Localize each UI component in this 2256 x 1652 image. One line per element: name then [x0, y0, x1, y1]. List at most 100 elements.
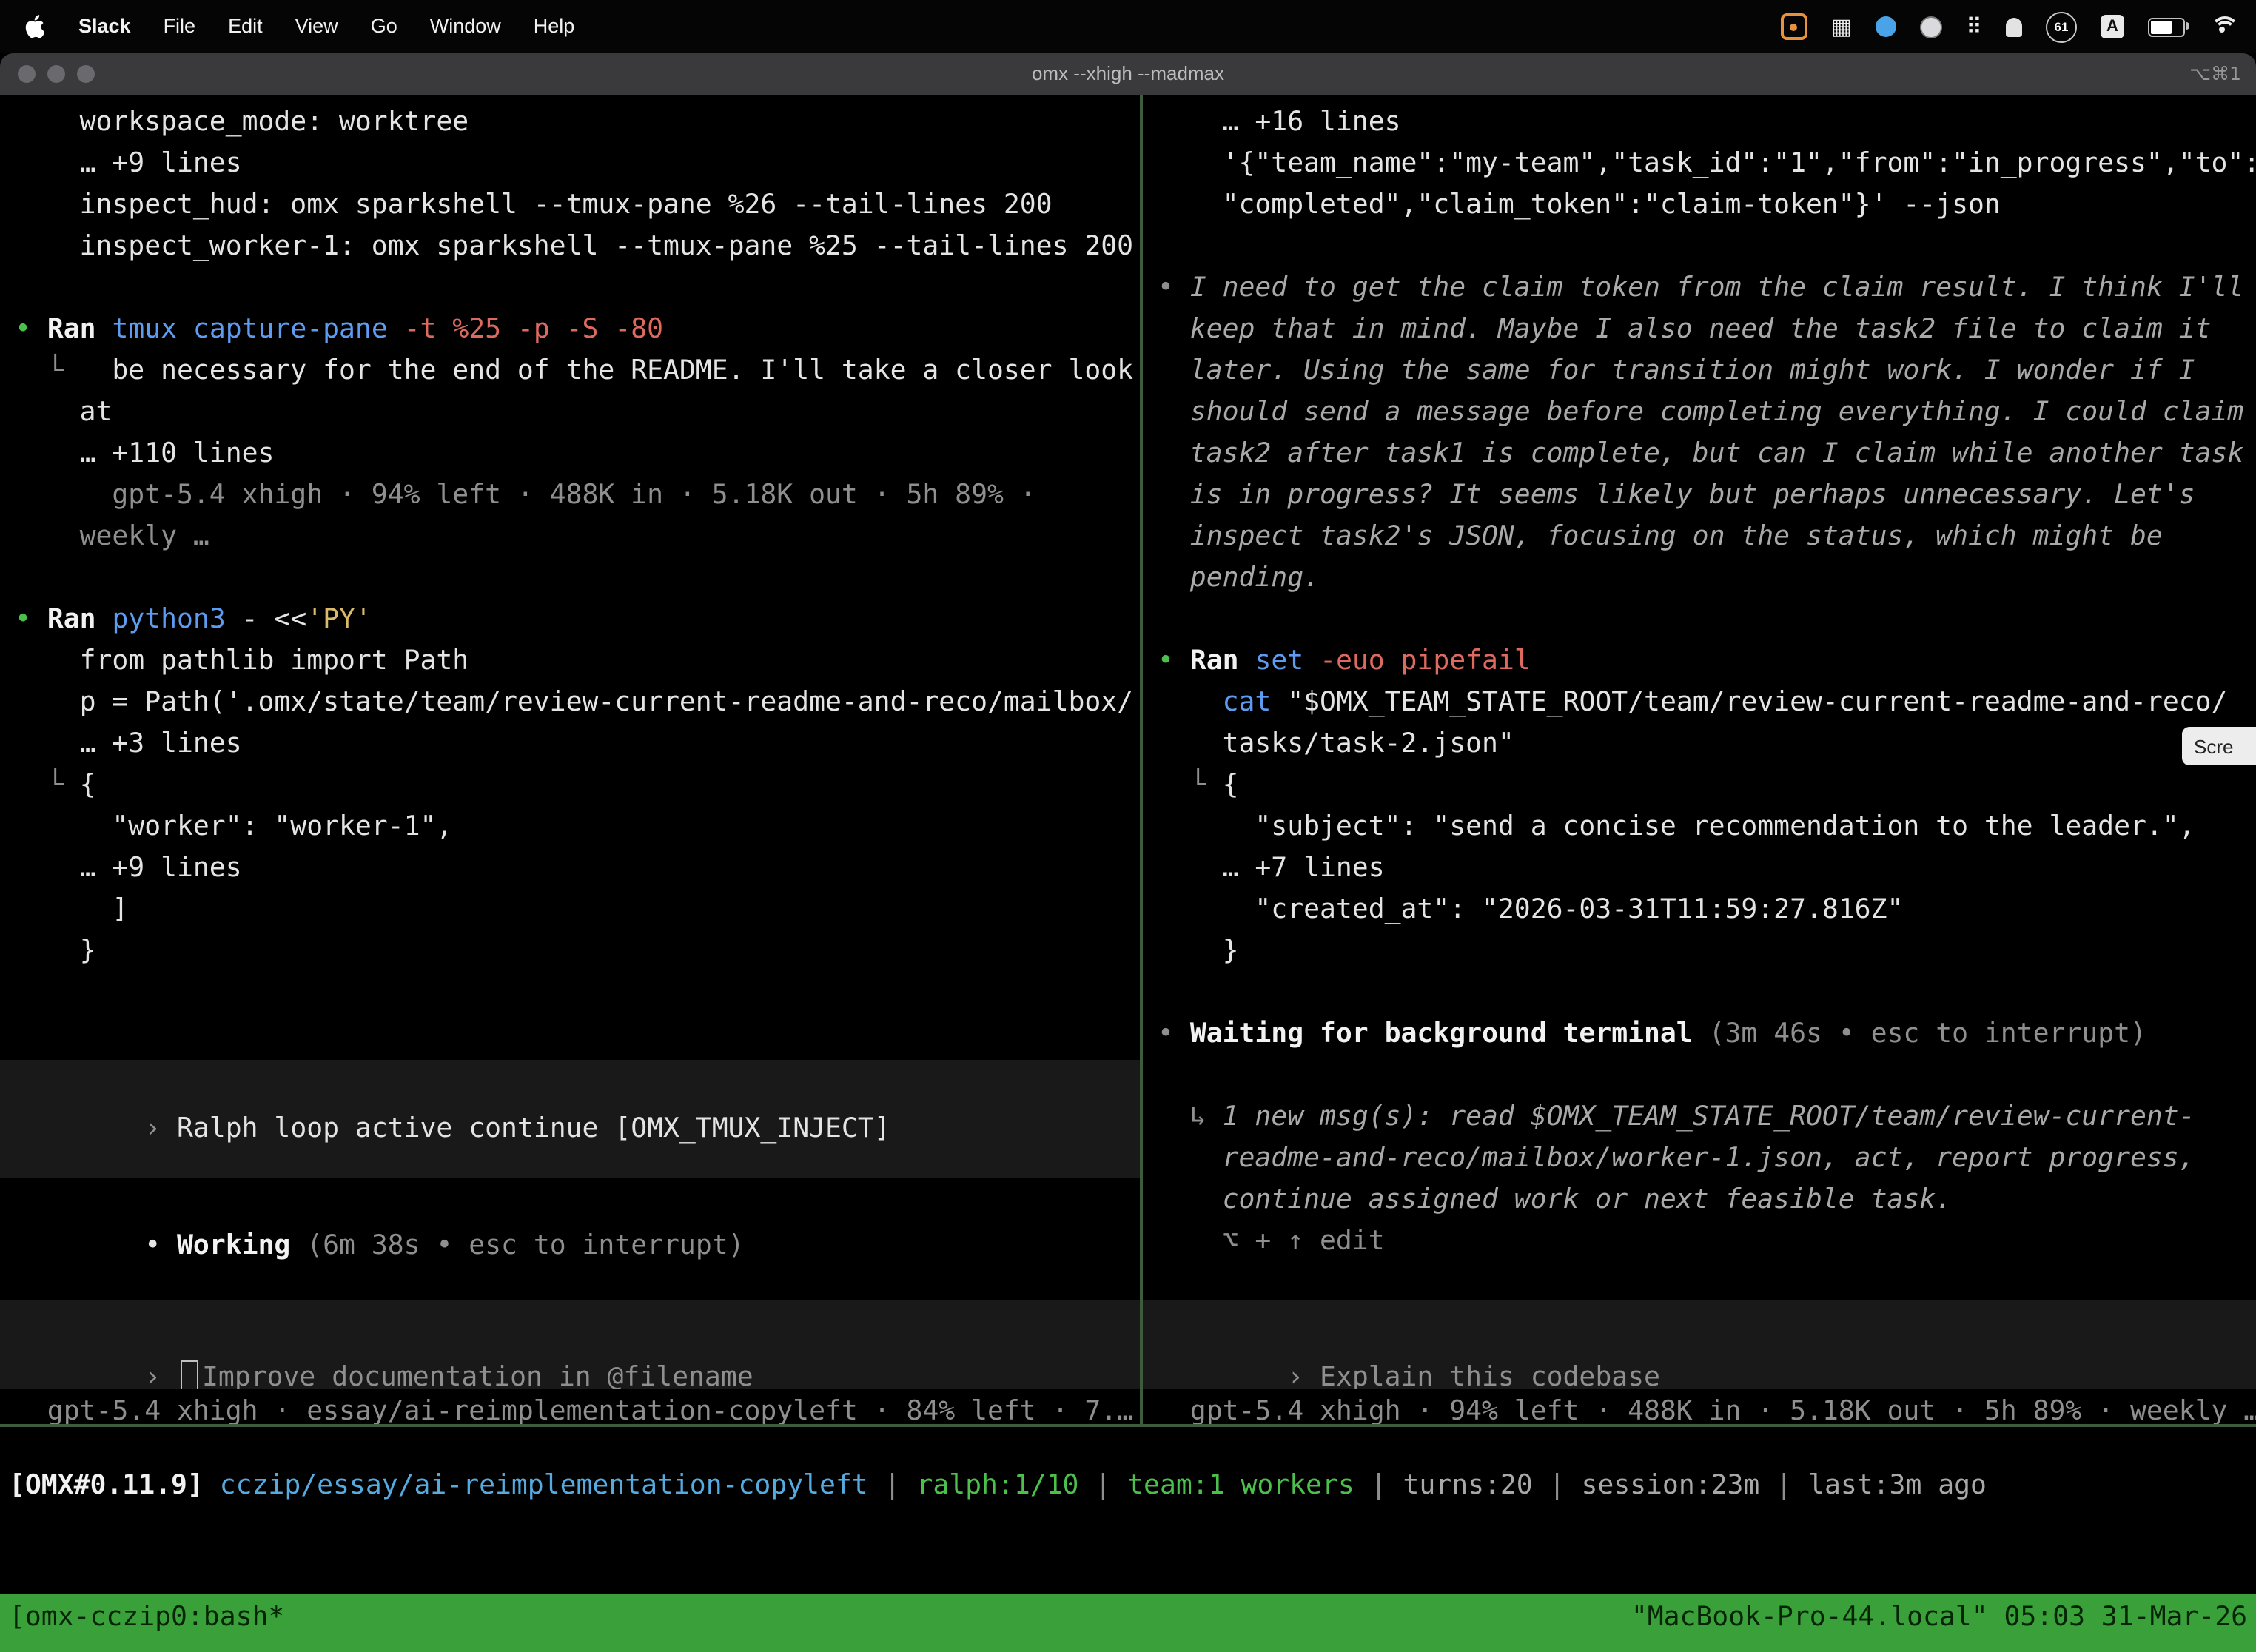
text-run: "completed","claim_token":"claim-token"}… — [1158, 189, 2001, 221]
terminal-line: } — [15, 931, 1140, 973]
text-run: | — [1759, 1470, 1808, 1501]
screenshot-overlay-chip[interactable]: Scre — [2182, 727, 2256, 765]
dot-grid-icon[interactable]: ⠿ — [1966, 13, 1982, 40]
text-run: weekly … — [15, 521, 209, 552]
terminal-line: └ { — [15, 765, 1140, 807]
text-run: … +9 lines — [15, 148, 242, 179]
text-run: Ran — [47, 604, 113, 635]
battery-gauge-value: 61 — [2055, 19, 2069, 34]
terminal-line: [OMX#0.11.9] cczip/essay/ai-reimplementa… — [9, 1465, 2256, 1507]
chevron-icon: › — [1287, 1362, 1320, 1389]
screen-recording-icon[interactable] — [1781, 13, 1807, 40]
terminal-line: "created_at": "2026-03-31T11:59:27.816Z" — [1158, 890, 2256, 931]
battery-gauge-icon[interactable]: 61 — [2046, 11, 2077, 42]
text-run: "created_at": "2026-03-31T11:59:27.816Z" — [1158, 894, 1903, 925]
menu-bar: Slack File Edit View Go Window Help ▦ ⠿ … — [0, 0, 2256, 53]
battery-icon[interactable] — [2148, 17, 2185, 36]
menu-bar-menus: Slack File Edit View Go Window Help — [0, 0, 591, 53]
terminal-line: └ be necessary for the end of the README… — [15, 351, 1140, 392]
text-run: ↳ — [1158, 1101, 1223, 1132]
text-cursor — [180, 1360, 198, 1389]
ghost-app-icon[interactable] — [2006, 17, 2022, 36]
terminal-line: inspect_hud: omx sparkshell --tmux-pane … — [15, 185, 1140, 226]
left-prompt-input[interactable]: › Improve documentation in @filename — [0, 1300, 1140, 1389]
terminal-line: … +110 lines — [15, 434, 1140, 475]
terminal-line: '{"team_name":"my-team","task_id":"1","f… — [1158, 144, 2256, 185]
terminal-line: } — [1158, 931, 2256, 973]
text-run: Ran — [47, 314, 113, 345]
window-shortcut-badge: ⌥⌘1 — [2189, 53, 2241, 95]
text-run: inspect task2's JSON, focusing on the st… — [1158, 521, 2163, 552]
left-pane-scrollback: workspace_mode: worktree … +9 lines insp… — [0, 95, 1140, 973]
text-run: Waiting for background terminal — [1190, 1018, 1693, 1050]
text-run: '{"team_name":"my-team","task_id":"1","f… — [1158, 148, 2256, 179]
text-run: team:1 workers — [1127, 1470, 1354, 1501]
wifi-icon[interactable] — [2209, 16, 2235, 37]
right-prompt-input[interactable]: › Explain this codebase — [1143, 1300, 2256, 1389]
text-run: inspect_hud: omx sparkshell --tmux-pane … — [15, 189, 1053, 221]
tmux-status-bar: [omx-cczip0:bash* "MacBook-Pro-44.local"… — [0, 1594, 2256, 1652]
menu-window[interactable]: Window — [414, 0, 517, 53]
terminal-line: weekly … — [15, 517, 1140, 558]
terminal-line: should send a message before completing … — [1158, 392, 2256, 434]
terminal-line — [1158, 1055, 2256, 1097]
working-bullet-icon: • — [144, 1230, 177, 1261]
text-run: cat — [1223, 687, 1288, 718]
terminal-line: from pathlib import Path — [15, 641, 1140, 682]
menu-view[interactable]: View — [279, 0, 355, 53]
blue-app-icon[interactable] — [1876, 16, 1896, 37]
terminal-line: task2 after task1 is complete, but can I… — [1158, 434, 2256, 475]
text-run: • — [1158, 1018, 1190, 1050]
tmux-host-clock: "MacBook-Pro-44.local" 05:03 31-Mar-26 — [1631, 1602, 2247, 1652]
text-run: "worker": "worker-1", — [15, 811, 452, 842]
input-source-icon[interactable]: A — [2101, 15, 2124, 38]
text-run: | — [1078, 1470, 1127, 1501]
text-run: … +9 lines — [15, 853, 242, 884]
terminal-line: └ { — [1158, 765, 2256, 807]
window-title-bar[interactable]: omx --xhigh --madmax ⌥⌘1 — [0, 53, 2256, 96]
terminal-line — [1158, 973, 2256, 1014]
text-run: … +110 lines — [15, 438, 274, 469]
text-run: • — [1158, 645, 1190, 676]
text-run: • — [1158, 272, 1190, 303]
right-pane-scrollback: … +16 lines '{"team_name":"my-team","tas… — [1143, 95, 2256, 1263]
text-run: { — [80, 770, 96, 801]
terminal: workspace_mode: worktree … +9 lines insp… — [0, 95, 2256, 1594]
right-pane[interactable]: … +16 lines '{"team_name":"my-team","tas… — [1143, 95, 2256, 1424]
text-run: cczip/essay/ai-reimplementation-copyleft — [220, 1470, 868, 1501]
terminal-line: later. Using the same for transition mig… — [1158, 351, 2256, 392]
terminal-line — [15, 558, 1140, 600]
terminal-line — [1158, 226, 2256, 268]
menu-go[interactable]: Go — [355, 0, 414, 53]
record-dot — [1790, 23, 1798, 30]
menu-app-name[interactable]: Slack — [62, 0, 147, 53]
terminal-line: • I need to get the claim token from the… — [1158, 268, 2256, 309]
menu-help[interactable]: Help — [517, 0, 591, 53]
working-label: Working — [177, 1230, 290, 1261]
text-run: last:3m ago — [1808, 1470, 1987, 1501]
terminal-line: ⌥ + ↑ edit — [1158, 1221, 2256, 1263]
text-run — [1158, 687, 1223, 718]
text-run: inspect_worker-1: omx sparkshell --tmux-… — [15, 231, 1133, 262]
left-pane[interactable]: workspace_mode: worktree … +9 lines insp… — [0, 95, 1140, 1424]
window-grid-icon[interactable]: ▦ — [1831, 13, 1852, 40]
apple-menu[interactable] — [0, 15, 62, 38]
terminal-line: "worker": "worker-1", — [15, 807, 1140, 848]
terminal-line: keep that in mind. Maybe I also need the… — [1158, 309, 2256, 351]
text-run: Ran — [1190, 645, 1255, 676]
terminal-line: tasks/task-2.json" — [1158, 724, 2256, 765]
text-run: readme-and-reco/mailbox/worker-1.json, a… — [1158, 1143, 2195, 1174]
text-run: └ — [1158, 770, 1223, 801]
left-model-status: gpt-5.4 xhigh · essay/ai-reimplementatio… — [0, 1391, 1140, 1424]
text-run: … +16 lines — [1158, 107, 1401, 138]
menu-file[interactable]: File — [147, 0, 212, 53]
text-run: 'PY' — [306, 604, 372, 635]
notice-text: Ralph loop active continue [OMX_TMUX_INJ… — [177, 1113, 890, 1144]
tmux-session-window[interactable]: [omx-cczip0:bash* — [9, 1602, 284, 1652]
text-run: is in progress? It seems likely but perh… — [1158, 480, 2195, 511]
text-run: } — [1158, 936, 1239, 967]
menu-edit[interactable]: Edit — [212, 0, 279, 53]
text-run: at — [15, 397, 112, 428]
text-run: └ — [15, 770, 80, 801]
round-app-icon[interactable] — [1920, 16, 1942, 38]
